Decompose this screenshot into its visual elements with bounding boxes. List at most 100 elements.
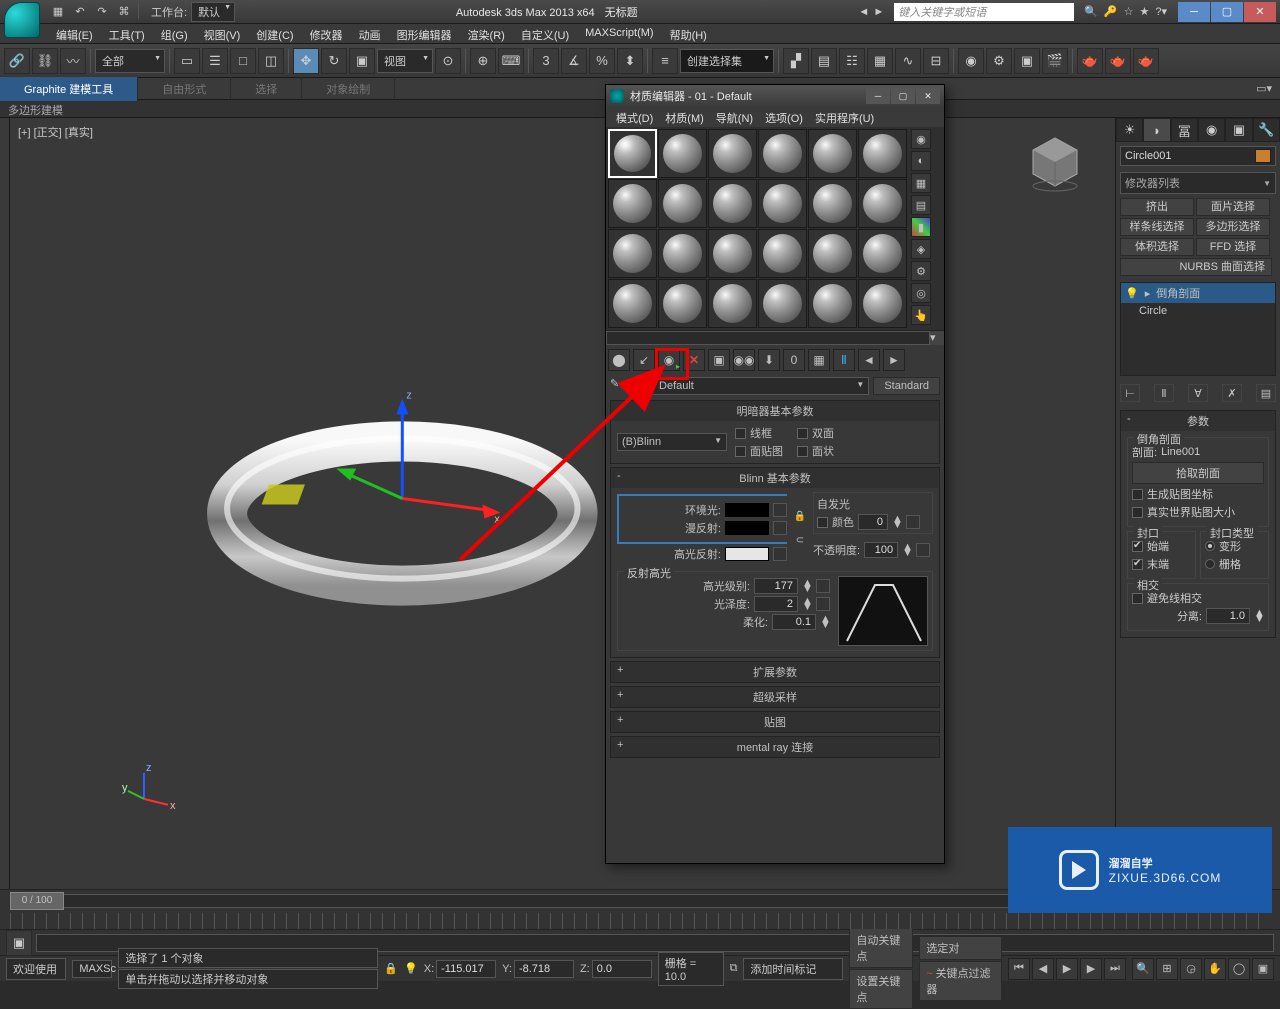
pick-material-icon[interactable]: ✎ [610, 377, 628, 395]
unlink-icon[interactable]: ⛓ [32, 48, 58, 74]
coord-z[interactable]: 0.0 [592, 960, 652, 978]
sample-slot[interactable] [808, 179, 857, 228]
sample-slot[interactable] [808, 229, 857, 278]
remove-mod-icon[interactable]: ✗ [1222, 384, 1242, 402]
rollout-blinn-header[interactable]: -Blinn 基本参数 [611, 468, 939, 488]
menu-tools[interactable]: 工具(T) [101, 24, 153, 43]
spinner-opacity[interactable]: 100 [864, 542, 898, 558]
matmenu-mode[interactable]: 模式(D) [610, 107, 659, 127]
coord-y[interactable]: -8.718 [514, 960, 574, 978]
modifier-list-dropdown[interactable]: 修改器列表 [1120, 172, 1276, 194]
render-setup-icon[interactable]: ⚙ [986, 48, 1012, 74]
sample-slot[interactable] [858, 279, 907, 328]
tab-hierarchy[interactable]: 冨 [1171, 118, 1198, 142]
refcoord-dropdown[interactable]: 视图 [377, 49, 433, 73]
put-to-lib-icon[interactable]: ⬇ [758, 349, 780, 371]
teapot2-icon[interactable]: 🫖 [1105, 48, 1131, 74]
sample-slot[interactable] [608, 279, 657, 328]
pick-profile-button[interactable]: 拾取剖面 [1132, 462, 1264, 484]
material-editor-icon[interactable]: ◉ [958, 48, 984, 74]
maximize-button[interactable]: ▢ [1211, 2, 1243, 22]
sample-slot[interactable] [608, 179, 657, 228]
key-filters-button[interactable]: ~ 关键点过滤器 [919, 961, 1002, 1001]
make-copy-icon[interactable]: ▣ [708, 349, 730, 371]
tab-utilities[interactable]: 🔧 [1253, 118, 1280, 142]
stack-item-active[interactable]: 💡 ▸ 倒角剖面 [1121, 283, 1275, 303]
background-icon[interactable]: ▦ [911, 173, 931, 193]
horiz-scrollbar[interactable] [606, 331, 930, 345]
mat-id-icon[interactable]: 0 [783, 349, 805, 371]
curve-editor-icon[interactable]: ∿ [895, 48, 921, 74]
pivot-icon[interactable]: ⊙ [435, 48, 461, 74]
chk-genmap[interactable] [1132, 489, 1143, 500]
zoom-all-icon[interactable]: ⊞ [1156, 958, 1178, 980]
time-slider-thumb[interactable]: 0 / 100 [10, 892, 64, 910]
spinner-speclevel[interactable]: 177 [754, 578, 798, 594]
tab-display[interactable]: ▣ [1225, 118, 1252, 142]
matdlg-minimize[interactable]: ─ [866, 88, 890, 104]
viewcube[interactable] [1025, 132, 1085, 192]
object-color-swatch[interactable] [1255, 149, 1271, 163]
sample-slot[interactable] [758, 179, 807, 228]
show-end-icon[interactable]: Ⅱ [1154, 384, 1174, 402]
snap-3-icon[interactable]: 3 [533, 48, 559, 74]
material-name-dropdown[interactable]: 01 - Default [632, 377, 869, 395]
matmenu-options[interactable]: 选项(O) [759, 107, 809, 127]
reset-map-icon[interactable]: ✕ [683, 349, 705, 371]
selection-filter-dropdown[interactable]: 全部 [95, 49, 165, 73]
keyboard-icon[interactable]: ⌨ [498, 48, 524, 74]
sample-slot[interactable] [658, 229, 707, 278]
rotate-icon[interactable]: ↻ [321, 48, 347, 74]
sample-slot[interactable] [858, 179, 907, 228]
menu-views[interactable]: 视图(V) [196, 24, 249, 43]
speclevel-map-btn[interactable] [816, 579, 830, 593]
menu-rendering[interactable]: 渲染(R) [460, 24, 513, 43]
gloss-map-btn[interactable] [816, 597, 830, 611]
rect-region-icon[interactable]: □ [230, 48, 256, 74]
setkey-button[interactable]: 设置关键点 [849, 969, 913, 1009]
spinner-selfillum[interactable]: 0 [858, 514, 888, 530]
material-type-button[interactable]: Standard [873, 377, 940, 395]
search-input[interactable]: 键入关键字或短语 [894, 3, 1074, 21]
mirror-icon[interactable]: ▞ [783, 48, 809, 74]
app-menu-button[interactable] [4, 2, 40, 38]
rollout-supersampling-header[interactable]: +超级采样 [611, 687, 939, 707]
add-time-tag[interactable]: 添加时间标记 [743, 958, 843, 980]
tab-objectpaint[interactable]: 对象绘制 [302, 77, 395, 101]
undo-icon[interactable]: ↶ [70, 3, 90, 21]
make-unique-icon[interactable]: ∀ [1188, 384, 1208, 402]
menu-create[interactable]: 创建(C) [248, 24, 301, 43]
redo-icon[interactable]: ↷ [92, 3, 112, 21]
radio-grid[interactable] [1205, 559, 1215, 569]
visibility-icon[interactable]: 💡 [1125, 287, 1139, 300]
tab-modify[interactable]: ◗ [1143, 118, 1170, 142]
schematic-icon[interactable]: ⊟ [923, 48, 949, 74]
material-editor-titlebar[interactable]: 材质编辑器 - 01 - Default ─ ▢ ✕ [606, 85, 944, 107]
namedset-dropdown[interactable]: 创建选择集 [680, 49, 774, 73]
chk-capend[interactable] [1132, 559, 1143, 570]
options-icon[interactable]: ⚙ [911, 261, 931, 281]
ambient-swatch[interactable] [725, 503, 769, 517]
zoom-icon[interactable]: 🔍 [1132, 958, 1154, 980]
matmenu-nav[interactable]: 导航(N) [710, 107, 759, 127]
workspace-dropdown[interactable]: 默认 [191, 2, 235, 22]
configure-sets-icon[interactable]: ▤ [1256, 384, 1276, 402]
sample-slot[interactable] [658, 179, 707, 228]
sample-slot[interactable] [808, 279, 857, 328]
spinner-gloss[interactable]: 2 [754, 596, 798, 612]
orbit-icon[interactable]: ◯ [1228, 958, 1250, 980]
sample-slot[interactable] [708, 129, 757, 178]
stack-item-base[interactable]: Circle [1121, 303, 1275, 319]
edit-namedset-icon[interactable]: ≡ [652, 48, 678, 74]
modbtn-splinesel[interactable]: 样条线选择 [1120, 218, 1194, 236]
chk-faceted[interactable] [797, 446, 808, 457]
sample-slot[interactable] [758, 129, 807, 178]
menu-maxscript[interactable]: MAXScript(M) [577, 24, 661, 43]
get-material-icon[interactable]: ⬤ [608, 349, 630, 371]
specular-swatch[interactable] [725, 547, 769, 561]
modbtn-patchsel[interactable]: 面片选择 [1196, 198, 1270, 216]
chk-capstart[interactable] [1132, 541, 1143, 552]
select-name-icon[interactable]: ☰ [202, 48, 228, 74]
make-unique-icon[interactable]: ◉◉ [733, 349, 755, 371]
specular-map-btn[interactable] [773, 547, 787, 561]
